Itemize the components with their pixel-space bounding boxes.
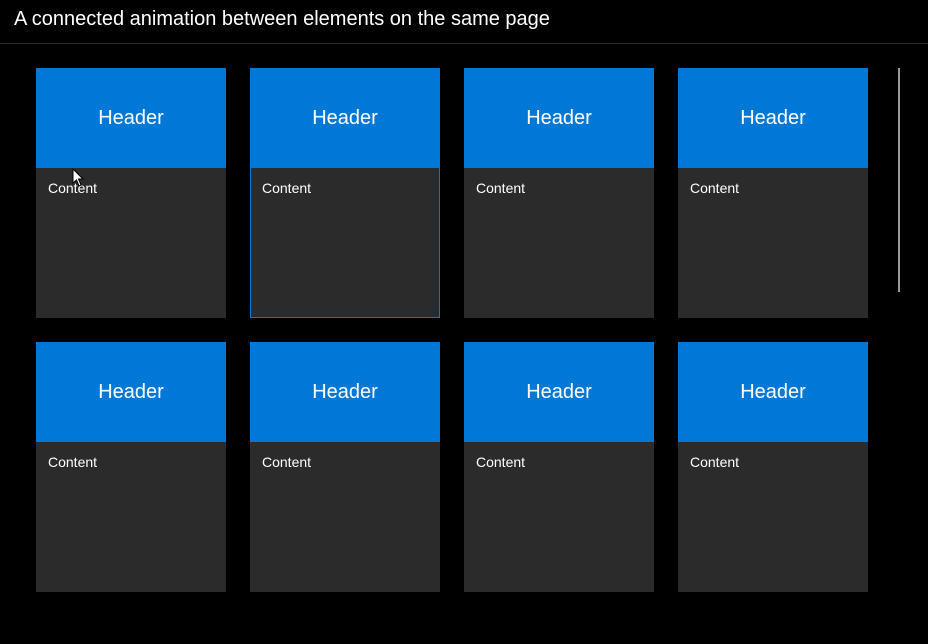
card-grid: Header Content Header Content Header Con… <box>36 68 892 592</box>
scrollbar[interactable] <box>898 68 900 292</box>
card-header: Header <box>464 68 654 168</box>
card-header: Header <box>678 68 868 168</box>
card-item[interactable]: Header Content <box>250 68 440 318</box>
card-content: Content <box>464 168 654 208</box>
card-item[interactable]: Header Content <box>464 68 654 318</box>
grid-container: Header Content Header Content Header Con… <box>0 44 928 592</box>
card-header: Header <box>250 342 440 442</box>
card-header: Header <box>36 342 226 442</box>
card-item[interactable]: Header Content <box>678 342 868 592</box>
card-content: Content <box>36 442 226 482</box>
card-content: Content <box>464 442 654 482</box>
card-header: Header <box>464 342 654 442</box>
card-header: Header <box>36 68 226 168</box>
card-header: Header <box>678 342 868 442</box>
card-item[interactable]: Header Content <box>36 342 226 592</box>
card-item[interactable]: Header Content <box>36 68 226 318</box>
card-content: Content <box>250 168 440 208</box>
card-content: Content <box>678 168 868 208</box>
card-content: Content <box>36 168 226 208</box>
card-item[interactable]: Header Content <box>464 342 654 592</box>
page-title: A connected animation between elements o… <box>0 0 928 43</box>
card-content: Content <box>678 442 868 482</box>
card-header: Header <box>250 68 440 168</box>
card-content: Content <box>250 442 440 482</box>
card-item[interactable]: Header Content <box>678 68 868 318</box>
card-item[interactable]: Header Content <box>250 342 440 592</box>
